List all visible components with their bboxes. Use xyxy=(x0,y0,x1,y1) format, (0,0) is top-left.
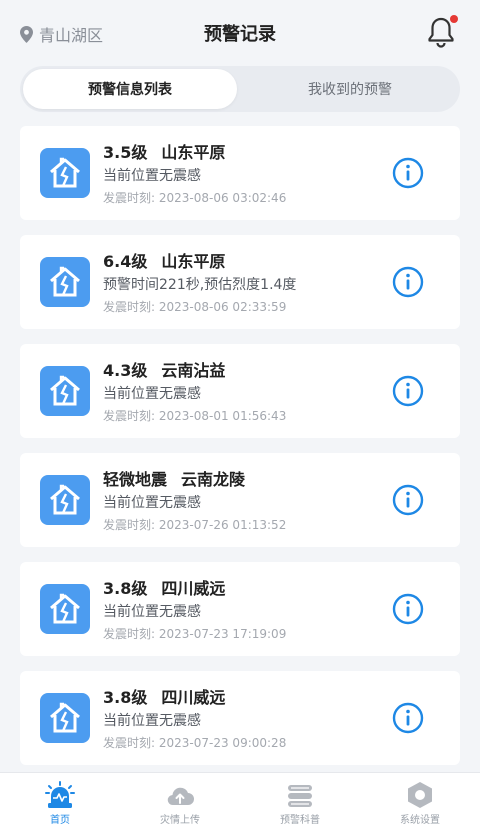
notification-button[interactable] xyxy=(426,15,458,48)
record-time-label: 发震时刻: xyxy=(103,191,156,205)
info-icon[interactable] xyxy=(392,593,424,625)
record-time: 发震时刻: 2023-07-26 01:13:52 xyxy=(103,516,286,534)
list-item[interactable]: 4.3级 云南沾益 当前位置无震感 发震时刻: 2023-08-01 01:56:… xyxy=(20,344,460,438)
record-time: 发震时刻: 2023-08-06 02:33:59 xyxy=(103,298,296,316)
record-description: 当前位置无震感 xyxy=(103,604,201,620)
tabbar-label: 预警科普 xyxy=(280,815,320,826)
info-icon[interactable] xyxy=(392,157,424,189)
record-body: 3.8级 四川威远 当前位置无震感 发震时刻: 2023-07-23 17:19:… xyxy=(103,578,286,643)
record-magnitude: 3.8级 xyxy=(103,688,148,707)
record-description: 当前位置无震感 xyxy=(103,168,201,184)
cloud-upload-icon xyxy=(167,787,194,806)
record-magnitude: 轻微地震 xyxy=(103,470,168,489)
record-magnitude: 3.5级 xyxy=(103,143,148,162)
info-icon[interactable] xyxy=(392,702,424,734)
earthquake-house-icon xyxy=(40,257,90,307)
record-place: 四川威远 xyxy=(161,579,226,598)
record-title: 4.3级 云南沾益 xyxy=(103,360,286,382)
record-title: 6.4级 山东平原 xyxy=(103,251,296,273)
record-time-value: 2023-07-23 09:00:28 xyxy=(158,736,287,750)
list-item[interactable]: 3.8级 四川威远 当前位置无震感 发震时刻: 2023-07-23 17:19:… xyxy=(20,562,460,656)
record-description: 当前位置无震感 xyxy=(103,713,201,729)
tabbar-system-settings[interactable]: 系统设置 xyxy=(360,773,480,834)
record-time: 发震时刻: 2023-07-23 09:00:28 xyxy=(103,734,286,752)
record-place: 山东平原 xyxy=(161,252,226,271)
bottom-tab-bar: 首页 灾情上传 预警科普 系统设置 xyxy=(0,772,480,834)
record-time: 发震时刻: 2023-08-01 01:56:43 xyxy=(103,407,286,425)
info-icon[interactable] xyxy=(392,375,424,407)
record-time-value: 2023-07-26 01:13:52 xyxy=(158,518,287,532)
list-item[interactable]: 3.5级 山东平原 当前位置无震感 发震时刻: 2023-08-06 03:02:… xyxy=(20,126,460,220)
record-title: 3.8级 四川威远 xyxy=(103,687,286,709)
record-magnitude: 4.3级 xyxy=(103,361,148,380)
record-time-value: 2023-07-23 17:19:09 xyxy=(158,627,287,641)
record-place: 云南龙陵 xyxy=(181,470,246,489)
record-time-label: 发震时刻: xyxy=(103,409,156,423)
list-item[interactable]: 6.4级 山东平原 预警时间221秒,预估烈度1.4度 发震时刻: 2023-08… xyxy=(20,235,460,329)
tabbar-label: 首页 xyxy=(50,815,70,826)
record-place: 山东平原 xyxy=(161,143,226,162)
earthquake-house-icon xyxy=(40,148,90,198)
info-icon[interactable] xyxy=(392,266,424,298)
tabbar-home[interactable]: 首页 xyxy=(0,773,120,834)
record-description: 当前位置无震感 xyxy=(103,386,201,402)
record-time-value: 2023-08-06 02:33:59 xyxy=(158,300,287,314)
tabbar-label: 灾情上传 xyxy=(160,815,200,826)
record-body: 6.4级 山东平原 预警时间221秒,预估烈度1.4度 发震时刻: 2023-08… xyxy=(103,251,296,316)
header: 青山湖区 预警记录 xyxy=(0,0,480,62)
record-time: 发震时刻: 2023-08-06 03:02:46 xyxy=(103,189,286,207)
tabbar-label: 系统设置 xyxy=(400,815,440,826)
tab-received-warnings[interactable]: 我收到的预警 xyxy=(243,69,457,109)
book-icon xyxy=(288,785,312,807)
record-body: 4.3级 云南沾益 当前位置无震感 发震时刻: 2023-08-01 01:56:… xyxy=(103,360,286,425)
segment-tabs: 预警信息列表 我收到的预警 xyxy=(20,66,460,112)
tabbar-warning-science[interactable]: 预警科普 xyxy=(240,773,360,834)
record-place: 云南沾益 xyxy=(161,361,226,380)
record-time-value: 2023-08-01 01:56:43 xyxy=(158,409,287,423)
page-title: 预警记录 xyxy=(204,24,276,45)
record-place: 四川威远 xyxy=(161,688,226,707)
record-time-label: 发震时刻: xyxy=(103,627,156,641)
earthquake-house-icon xyxy=(40,693,90,743)
record-title: 轻微地震 云南龙陵 xyxy=(103,469,286,491)
notification-badge xyxy=(450,15,458,23)
record-magnitude: 6.4级 xyxy=(103,252,148,271)
earthquake-house-icon xyxy=(40,584,90,634)
record-title: 3.5级 山东平原 xyxy=(103,142,286,164)
tabbar-disaster-upload[interactable]: 灾情上传 xyxy=(120,773,240,834)
settings-icon xyxy=(408,782,432,808)
record-body: 3.8级 四川威远 当前位置无震感 发震时刻: 2023-07-23 09:00:… xyxy=(103,687,286,752)
record-description: 当前位置无震感 xyxy=(103,495,201,511)
record-magnitude: 3.8级 xyxy=(103,579,148,598)
record-description: 预警时间221秒,预估烈度1.4度 xyxy=(103,277,297,293)
record-title: 3.8级 四川威远 xyxy=(103,578,286,600)
info-icon[interactable] xyxy=(392,484,424,516)
record-body: 轻微地震 云南龙陵 当前位置无震感 发震时刻: 2023-07-26 01:13:… xyxy=(103,469,286,534)
earthquake-house-icon xyxy=(40,475,90,525)
warning-record-list: 3.5级 山东平原 当前位置无震感 发震时刻: 2023-08-06 03:02:… xyxy=(20,126,460,780)
tab-warning-list[interactable]: 预警信息列表 xyxy=(23,69,237,109)
record-time-label: 发震时刻: xyxy=(103,518,156,532)
list-item[interactable]: 3.8级 四川威远 当前位置无震感 发震时刻: 2023-07-23 09:00:… xyxy=(20,671,460,765)
record-time: 发震时刻: 2023-07-23 17:19:09 xyxy=(103,625,286,643)
record-body: 3.5级 山东平原 当前位置无震感 发震时刻: 2023-08-06 03:02:… xyxy=(103,142,286,207)
record-time-label: 发震时刻: xyxy=(103,736,156,750)
alarm-icon xyxy=(45,781,75,808)
earthquake-house-icon xyxy=(40,366,90,416)
list-item[interactable]: 轻微地震 云南龙陵 当前位置无震感 发震时刻: 2023-07-26 01:13:… xyxy=(20,453,460,547)
record-time-label: 发震时刻: xyxy=(103,300,156,314)
record-time-value: 2023-08-06 03:02:46 xyxy=(158,191,287,205)
